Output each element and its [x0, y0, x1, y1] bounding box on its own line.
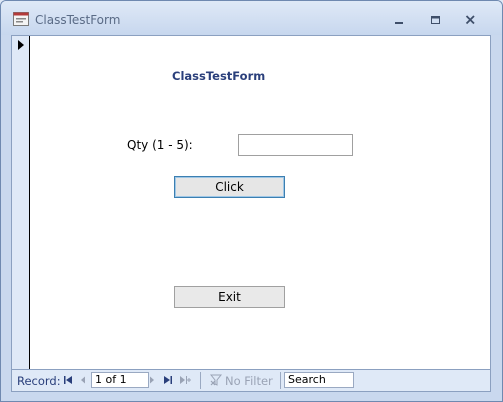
- minimize-button[interactable]: [385, 9, 415, 31]
- no-filter-button[interactable]: No Filter: [225, 374, 273, 388]
- access-form-window: ClassTestForm ClassTestForm Qty (1 - 5):: [0, 0, 503, 402]
- exit-button[interactable]: Exit: [174, 286, 285, 308]
- nav-separator: [200, 372, 201, 389]
- current-record-arrow-icon: [18, 40, 24, 50]
- first-record-icon[interactable]: [63, 375, 73, 385]
- record-selector[interactable]: [12, 36, 30, 369]
- next-record-icon[interactable]: [147, 375, 157, 385]
- record-label: Record:: [17, 374, 61, 388]
- qty-input[interactable]: [238, 134, 353, 156]
- minimize-icon: [395, 22, 403, 24]
- search-input[interactable]: Search: [284, 372, 354, 388]
- last-record-icon[interactable]: [163, 375, 173, 385]
- access-form-icon: [13, 12, 29, 26]
- nav-separator: [280, 372, 281, 389]
- previous-record-icon[interactable]: [78, 375, 88, 385]
- record-counter-input[interactable]: 1 of 1: [91, 372, 149, 388]
- new-record-icon[interactable]: [179, 375, 192, 385]
- window-title: ClassTestForm: [35, 13, 121, 27]
- title-bar[interactable]: ClassTestForm: [1, 1, 502, 35]
- maximize-icon: [431, 16, 440, 24]
- close-icon: [465, 15, 475, 25]
- record-navigation-bar: Record: 1 of 1 No Filter Search: [11, 370, 491, 392]
- qty-label: Qty (1 - 5):: [127, 138, 193, 152]
- click-button[interactable]: Click: [174, 176, 285, 198]
- maximize-button[interactable]: [421, 9, 451, 31]
- close-button[interactable]: [456, 9, 486, 31]
- form-detail-area: ClassTestForm Qty (1 - 5): Click Exit: [11, 35, 491, 370]
- form-title-label: ClassTestForm: [172, 69, 266, 83]
- no-filter-icon[interactable]: [210, 374, 223, 386]
